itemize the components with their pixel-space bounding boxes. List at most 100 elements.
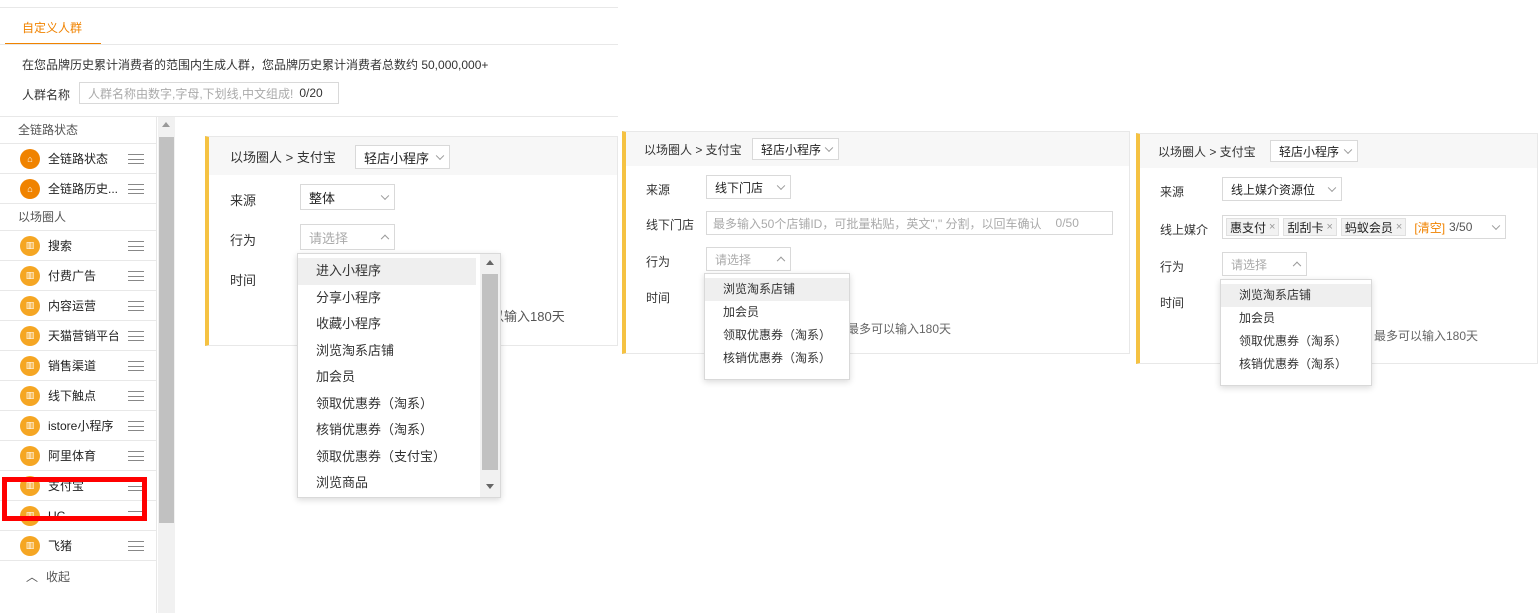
dropdown-option[interactable]: 领取优惠券（淘系） bbox=[1221, 330, 1371, 353]
sidebar-item-paid-ads[interactable]: ▥ 付费广告 bbox=[0, 261, 156, 291]
action-select[interactable]: 请选择 bbox=[706, 247, 791, 271]
dropdown-option[interactable]: 浏览淘系店铺 bbox=[298, 338, 500, 365]
sidebar-item-fliggy[interactable]: ▥ 飞猪 bbox=[0, 531, 156, 561]
sidebar-scrollbar[interactable] bbox=[158, 117, 175, 613]
drag-handle-icon[interactable] bbox=[128, 450, 144, 461]
tag-close-icon[interactable]: × bbox=[1326, 221, 1332, 233]
dropdown-option[interactable]: 进入小程序 bbox=[298, 258, 476, 285]
dropdown-option[interactable]: 核销优惠券（淘系） bbox=[705, 347, 849, 370]
source-select[interactable]: 线下门店 bbox=[706, 175, 791, 199]
dropdown-option[interactable]: 核销优惠券（淘系） bbox=[1221, 353, 1371, 376]
dropdown-option[interactable]: 领取优惠券（支付宝） bbox=[298, 444, 500, 471]
scrollbar-thumb[interactable] bbox=[159, 137, 174, 523]
sidebar-item-label: 阿里体育 bbox=[48, 449, 97, 463]
chevron-up-icon bbox=[776, 256, 786, 266]
audience-name-input[interactable]: 人群名称由数字,字母,下划线,中文组成! 0/20 bbox=[79, 82, 339, 104]
dropdown-option[interactable]: 浏览淘系店铺 bbox=[1221, 284, 1371, 307]
dropdown-option[interactable]: 加会员 bbox=[1221, 307, 1371, 330]
breadcrumb: 以场圈人 > 支付宝 bbox=[230, 149, 336, 165]
chevron-down-icon bbox=[776, 181, 786, 191]
drag-handle-icon[interactable] bbox=[128, 240, 144, 251]
tag-close-icon[interactable]: × bbox=[1269, 221, 1275, 233]
drag-handle-icon[interactable] bbox=[128, 183, 144, 194]
scroll-up-icon[interactable] bbox=[162, 122, 170, 127]
dropdown-option[interactable]: 领取优惠券（淘系） bbox=[298, 391, 500, 418]
tag-close-icon[interactable]: × bbox=[1396, 221, 1402, 233]
mini-program-select-value: 轻店小程序 bbox=[364, 150, 430, 166]
dropdown-scrollbar[interactable] bbox=[480, 254, 500, 497]
dropdown-option[interactable]: 核销优惠券（淘系） bbox=[298, 417, 500, 444]
source-select[interactable]: 线上媒介资源位 bbox=[1222, 177, 1342, 201]
media-tag: 惠支付 × bbox=[1226, 218, 1280, 236]
house-icon: ⌂ bbox=[20, 148, 40, 169]
sidebar-item-label: 全链路历史... bbox=[48, 182, 118, 196]
breadcrumb: 以场圈人 > 支付宝 bbox=[644, 142, 742, 157]
action-label: 行为 bbox=[1160, 260, 1185, 274]
chevron-up-icon: ︿ bbox=[26, 569, 39, 584]
mini-program-select[interactable]: 轻店小程序 bbox=[752, 138, 839, 160]
drag-handle-icon[interactable] bbox=[128, 270, 144, 281]
sidebar-item-full-chain-history[interactable]: ⌂ 全链路历史... bbox=[0, 174, 156, 204]
time-label: 时间 bbox=[646, 291, 671, 305]
dropdown-scroll-thumb[interactable] bbox=[482, 274, 498, 470]
sidebar-item-label: 销售渠道 bbox=[48, 359, 97, 373]
media-tags-input[interactable]: 惠支付 × 刮刮卡 × 蚂蚁会员 × [清空] 3/50 bbox=[1222, 215, 1506, 239]
dropdown-option[interactable]: 加会员 bbox=[705, 301, 849, 324]
drag-handle-icon[interactable] bbox=[128, 390, 144, 401]
time-hint: 最多可以输入180天 bbox=[1374, 329, 1479, 343]
mini-program-select[interactable]: 轻店小程序 bbox=[355, 145, 450, 169]
time-hint: 最多可以输入180天 bbox=[847, 322, 952, 336]
sidebar-item-istore[interactable]: ▥ istore小程序 bbox=[0, 411, 156, 441]
dropdown-option[interactable]: 浏览商品 bbox=[298, 470, 500, 497]
mini-program-select[interactable]: 轻店小程序 bbox=[1270, 140, 1358, 162]
action-select[interactable]: 请选择 bbox=[300, 224, 395, 250]
chevron-down-icon bbox=[824, 143, 834, 153]
drag-handle-icon[interactable] bbox=[128, 330, 144, 341]
media-tag-label: 蚂蚁会员 bbox=[1344, 220, 1393, 235]
sidebar-item-tmall-marketing[interactable]: ▥ 天猫营销平台 bbox=[0, 321, 156, 351]
clear-tags-link[interactable]: [清空] bbox=[1414, 219, 1445, 236]
action-select[interactable]: 请选择 bbox=[1222, 252, 1307, 276]
scroll-up-icon[interactable] bbox=[486, 260, 494, 265]
sidebar-item-sales-channel[interactable]: ▥ 销售渠道 bbox=[0, 351, 156, 381]
action-label: 行为 bbox=[646, 255, 671, 269]
drag-handle-icon[interactable] bbox=[128, 540, 144, 551]
drag-handle-icon[interactable] bbox=[128, 300, 144, 311]
drag-handle-icon[interactable] bbox=[128, 420, 144, 431]
dropdown-option[interactable]: 分享小程序 bbox=[298, 285, 500, 312]
store-id-count: 0/50 bbox=[1055, 216, 1079, 230]
time-hint: 以输入180天 bbox=[491, 309, 565, 324]
chevron-up-icon bbox=[1292, 261, 1302, 271]
sidebar-item-label: istore小程序 bbox=[48, 419, 114, 433]
chevron-down-icon bbox=[1491, 221, 1501, 231]
source-select-value: 线下门店 bbox=[715, 180, 764, 195]
source-select[interactable]: 整体 bbox=[300, 184, 395, 210]
mini-program-select-value: 轻店小程序 bbox=[761, 142, 822, 157]
sidebar: 全链路状态 ⌂ 全链路状态 ⌂ 全链路历史... 以场圈人 ▥ 搜索 ▥ 付费广… bbox=[0, 117, 157, 613]
sidebar-item-ali-sports[interactable]: ▥ 阿里体育 bbox=[0, 441, 156, 471]
store-id-input[interactable]: 最多输入50个店铺ID，可批量粘贴，英文"," 分割，以回车确认 0/50 bbox=[706, 211, 1113, 235]
time-label: 时间 bbox=[230, 273, 257, 288]
dropdown-option[interactable]: 收藏小程序 bbox=[298, 311, 500, 338]
sidebar-item-content-ops[interactable]: ▥ 内容运营 bbox=[0, 291, 156, 321]
drag-handle-icon[interactable] bbox=[128, 360, 144, 371]
dropdown-option[interactable]: 加会员 bbox=[298, 364, 500, 391]
media-tag-count: 3/50 bbox=[1449, 220, 1473, 234]
audience-name-placeholder: 人群名称由数字,字母,下划线,中文组成! bbox=[88, 86, 294, 101]
house-icon: ⌂ bbox=[20, 178, 40, 199]
dropdown-option[interactable]: 领取优惠券（淘系） bbox=[705, 324, 849, 347]
sidebar-collapse-button[interactable]: ︿ 收起 bbox=[0, 561, 156, 591]
action-select-placeholder: 请选择 bbox=[309, 230, 349, 246]
building-icon: ▥ bbox=[20, 325, 40, 346]
tab-custom-audience[interactable]: 自定义人群 bbox=[5, 13, 101, 45]
scroll-down-icon[interactable] bbox=[486, 484, 494, 489]
sidebar-item-label: 线下触点 bbox=[48, 389, 97, 403]
drag-handle-icon[interactable] bbox=[128, 153, 144, 164]
dropdown-option[interactable]: 浏览淘系店铺 bbox=[705, 278, 849, 301]
source-label: 来源 bbox=[646, 183, 671, 197]
sidebar-item-offline-touch[interactable]: ▥ 线下触点 bbox=[0, 381, 156, 411]
source-select-value: 线上媒介资源位 bbox=[1231, 182, 1316, 197]
sidebar-item-search[interactable]: ▥ 搜索 bbox=[0, 231, 156, 261]
sidebar-item-full-chain-status[interactable]: ⌂ 全链路状态 bbox=[0, 144, 156, 174]
tab-divider bbox=[0, 44, 618, 45]
